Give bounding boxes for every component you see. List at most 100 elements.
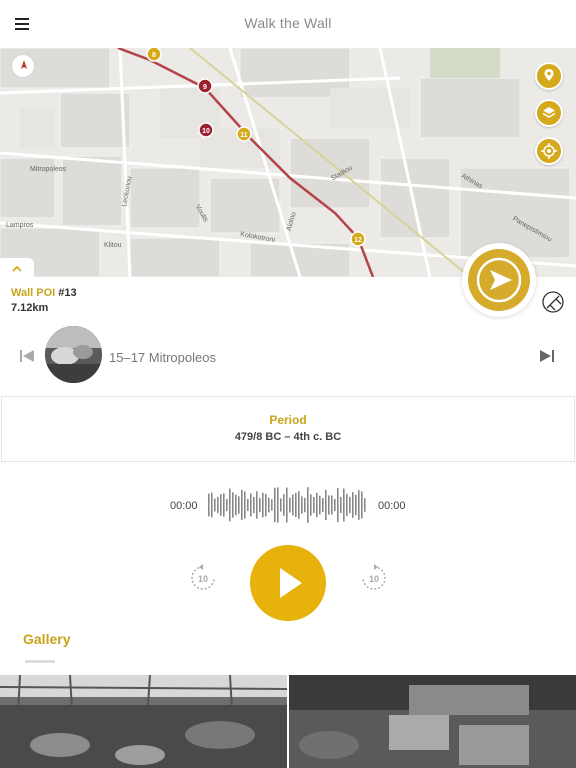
period-value: 479/8 BC – 4th c. BC xyxy=(234,431,342,443)
gallery-divider xyxy=(25,660,55,663)
waveform-bar xyxy=(220,494,222,516)
waveform-bar xyxy=(223,493,225,517)
waveform-bar xyxy=(310,494,312,516)
waveform-bar xyxy=(226,498,228,512)
skip-previous-icon xyxy=(20,350,34,362)
waveform-bar xyxy=(304,497,306,513)
map-street-label: Lampros xyxy=(6,222,34,229)
replay-10-icon: 10 xyxy=(191,564,215,590)
waveform-bar xyxy=(280,498,282,512)
period-card: Period 479/8 BC – 4th c. BC xyxy=(1,396,575,462)
poi-navigation: 15–17 Mitropoleos xyxy=(0,326,576,386)
waveform-bar xyxy=(349,496,351,514)
play-button[interactable] xyxy=(250,545,326,621)
waveform-bar xyxy=(358,490,360,520)
waveform-bar xyxy=(346,493,348,517)
waveform-bar xyxy=(337,487,339,523)
waveform-bar xyxy=(247,499,249,511)
waveform-bar xyxy=(331,495,333,515)
waveform-bar xyxy=(250,493,252,517)
waveform-bar xyxy=(253,496,255,514)
audio-current-time: 00:00 xyxy=(170,500,198,512)
waveform-bar xyxy=(244,491,246,519)
waveform-bar xyxy=(328,495,330,515)
forward-10-button[interactable]: 10 xyxy=(359,563,389,593)
chevron-up-icon xyxy=(12,265,22,272)
waveform-bar xyxy=(217,496,219,514)
waveform-bar xyxy=(265,493,267,517)
period-label: Period xyxy=(269,413,307,427)
waveform-bar xyxy=(319,495,321,515)
navigate-button[interactable] xyxy=(462,243,536,317)
skip-next-icon xyxy=(540,350,554,362)
map-marker-10: 10 xyxy=(202,128,210,135)
navigate-button-face xyxy=(468,249,530,311)
next-poi-button[interactable] xyxy=(538,347,556,365)
waveform-bar xyxy=(295,492,297,518)
map-marker-11: 11 xyxy=(240,132,248,139)
waveform-bar xyxy=(241,489,243,521)
waveform-bar xyxy=(238,496,240,514)
waveform-bar xyxy=(292,494,294,516)
locate-icon xyxy=(541,143,557,159)
gallery-photo[interactable] xyxy=(0,675,287,768)
wall-route-icon[interactable] xyxy=(541,290,565,314)
waveform-bar xyxy=(361,491,363,519)
audio-waveform[interactable] xyxy=(208,486,368,524)
waveform-bar xyxy=(286,487,288,523)
compass-icon xyxy=(21,60,27,69)
compass-button[interactable] xyxy=(11,54,35,78)
page-title: Walk the Wall xyxy=(244,15,332,31)
top-app-bar: Walk the Wall xyxy=(0,0,576,48)
waveform-bar xyxy=(316,492,318,518)
waveform-bar xyxy=(211,492,213,518)
waveform-bar xyxy=(313,496,315,514)
waveform-bar xyxy=(229,488,231,522)
waveform-bar xyxy=(208,493,210,517)
waveform-bar xyxy=(364,498,366,512)
waveform-bar xyxy=(334,498,336,512)
waveform-bar xyxy=(259,497,261,513)
map-marker-9: 9 xyxy=(203,84,207,91)
waveform-bar xyxy=(307,487,309,523)
gallery-title: Gallery xyxy=(23,631,71,647)
navigation-arrow-icon xyxy=(476,257,522,303)
places-button[interactable] xyxy=(535,62,563,90)
waveform-bar xyxy=(355,494,357,516)
waveform-bar xyxy=(235,494,237,516)
poi-title: Wall POI #13 xyxy=(11,287,77,299)
waveform-bar xyxy=(268,497,270,513)
waveform-bar xyxy=(232,492,234,518)
forward-seconds-label: 10 xyxy=(369,574,379,584)
previous-poi-button[interactable] xyxy=(18,347,36,365)
poi-number: #13 xyxy=(58,287,77,299)
waveform-bar xyxy=(322,498,324,512)
waveform-bar xyxy=(343,488,345,522)
map-marker-12: 12 xyxy=(354,237,362,244)
map-canvas[interactable]: 8 9 10 11 12 xyxy=(0,48,576,277)
waveform-bar xyxy=(214,498,216,512)
map-street-label: Mitropoleos xyxy=(30,166,67,173)
collapse-panel-button[interactable] xyxy=(0,258,34,278)
map-pin-icon xyxy=(544,69,554,81)
play-icon xyxy=(280,568,302,598)
poi-distance: 7.12km xyxy=(11,302,49,314)
rewind-seconds-label: 10 xyxy=(198,574,208,584)
waveform-bar xyxy=(277,487,279,523)
waveform-bar xyxy=(325,489,327,521)
waveform-bar xyxy=(298,491,300,519)
poi-name: 15–17 Mitropoleos xyxy=(109,350,216,365)
map-marker-8: 8 xyxy=(152,52,156,59)
poi-thumbnail[interactable] xyxy=(45,326,102,383)
waveform-bar xyxy=(289,497,291,513)
gallery-photo[interactable] xyxy=(289,675,576,768)
my-location-button[interactable] xyxy=(535,137,563,165)
waveform-bar xyxy=(271,499,273,511)
waveform-bar xyxy=(340,496,342,514)
poi-label: Wall POI xyxy=(11,287,56,299)
map-view[interactable]: 8 9 10 11 12 Mitropoleos Leokoriou Kolok… xyxy=(0,48,576,277)
audio-total-time: 00:00 xyxy=(378,500,406,512)
rewind-10-button[interactable]: 10 xyxy=(188,563,218,593)
layers-button[interactable] xyxy=(535,99,563,127)
waveform-bar xyxy=(256,491,258,519)
